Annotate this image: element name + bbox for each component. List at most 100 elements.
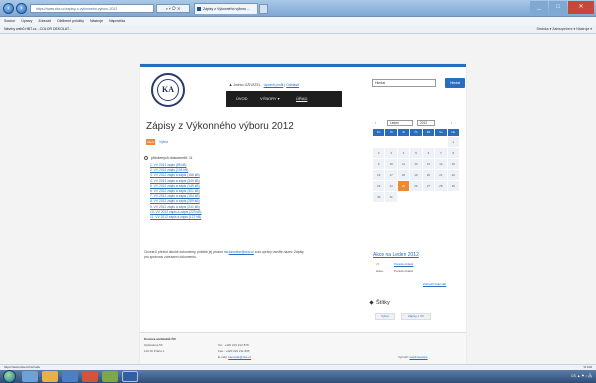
prev-month-button[interactable]: ‹ xyxy=(375,120,376,125)
taskbar-ie-icon[interactable] xyxy=(22,371,38,382)
calendar-day[interactable]: 2 xyxy=(373,148,385,158)
attachments-list: 1. VV 2012 zápis (85 kB) 2. VV 2012 zápi… xyxy=(150,163,260,220)
calendar-empty-cell xyxy=(410,137,421,147)
calendar-day[interactable]: 17 xyxy=(385,170,397,180)
footer-phone: Tel.: +420 224 212 878 xyxy=(218,343,249,347)
taskbar-explorer-icon[interactable] xyxy=(42,371,58,382)
footer-email-link[interactable]: kancelar@cka.cz xyxy=(228,355,251,359)
calendar-day[interactable]: 5 xyxy=(410,148,422,158)
calendar-day[interactable]: 16 xyxy=(373,170,385,180)
menu-help[interactable]: Nápověda xyxy=(109,19,125,23)
address-bar[interactable]: https://www.cka.cz/zapisy-z-vykonneho-vy… xyxy=(30,4,154,13)
nav-vybory[interactable]: VÝBORY ▾ xyxy=(260,91,280,107)
calendar-empty-cell xyxy=(423,137,434,147)
menu-file[interactable]: Soubor xyxy=(4,19,15,23)
minimize-button[interactable]: _ xyxy=(530,1,548,14)
nav-uvod[interactable]: ÚVOD xyxy=(236,91,248,107)
logout-link[interactable]: Odhlásit xyxy=(286,83,299,87)
calendar-day[interactable]: 1 xyxy=(447,137,459,147)
note-text: Chcete-li přečíst dlouhé dokumenty, pošl… xyxy=(144,250,304,259)
footer-address-2: 110 00 Praha 1 xyxy=(144,349,165,353)
calendar-day[interactable]: 10 xyxy=(385,159,397,169)
show-calendar-link[interactable]: Zobrazit kalendář xyxy=(423,282,446,286)
calendar-day[interactable]: 19 xyxy=(410,170,422,180)
category-badge[interactable]: Zápis xyxy=(146,139,155,145)
footer-org: Komora architektů ČR xyxy=(144,337,176,341)
month-events-link[interactable]: Akce na Leden 2012 xyxy=(373,252,419,258)
edit-profile-link[interactable]: Upravit profil xyxy=(264,83,284,87)
calendar-day[interactable]: 3 xyxy=(385,148,397,158)
calendar-day[interactable]: 9 xyxy=(373,159,385,169)
calendar-day[interactable]: 31 xyxy=(385,192,397,202)
menu-edit[interactable]: Úpravy xyxy=(21,19,32,23)
nav-urad[interactable]: ÚŘAD xyxy=(296,91,307,107)
calendar-day[interactable]: 22 xyxy=(447,170,459,180)
site-logo[interactable]: KA xyxy=(151,73,185,107)
tag-link[interactable]: Zápisy z VV xyxy=(401,313,431,320)
attachments-heading: přiložených dokumentů: 11 xyxy=(143,155,193,161)
month-select[interactable]: Leden xyxy=(387,120,413,126)
paperclip-icon xyxy=(143,155,149,161)
start-button-icon[interactable] xyxy=(3,370,16,383)
calendar-widget: ‹ Leden 2012 › Po Út St Čt Pá So Ne 1 2 3 4 5 6 7 8 9 10… xyxy=(373,118,459,202)
close-window-button[interactable]: ✕ xyxy=(568,1,594,14)
event-title-link[interactable]: Porada oblastí xyxy=(394,262,413,266)
calendar-day[interactable]: 13 xyxy=(422,159,435,169)
system-tray-icon[interactable]: CS ▲ ⚑ ♪ 🖧 xyxy=(571,370,592,383)
footer-credit-link[interactable]: webFreeware xyxy=(409,355,427,359)
new-tab-button[interactable] xyxy=(259,4,268,14)
back-button[interactable]: ‹ xyxy=(3,3,14,14)
calendar-day[interactable]: 27 xyxy=(422,181,435,191)
calendar-day[interactable]: 7 xyxy=(435,148,447,158)
calendar-day[interactable]: 6 xyxy=(422,148,435,158)
next-month-button[interactable]: › xyxy=(451,120,452,125)
taskbar-app-icon[interactable] xyxy=(62,371,78,382)
calendar-day[interactable]: 21 xyxy=(435,170,447,180)
year-select[interactable]: 2012 xyxy=(417,120,435,126)
attachment-link[interactable]: 11. VV 2012 zápis a zápis (127 kB) xyxy=(150,215,260,220)
calendar-day[interactable]: 28 xyxy=(435,181,447,191)
address-actions-icon[interactable]: ⌕ ▾ ⟳ ✕ xyxy=(156,4,190,13)
search-button[interactable]: Hledat xyxy=(445,78,465,88)
command-bar[interactable]: Stránka ▾ Zabezpečení ▾ Nástroje ▾ xyxy=(537,25,592,34)
category-link[interactable]: Výbor xyxy=(159,139,168,145)
calendar-day[interactable]: 18 xyxy=(397,170,410,180)
calendar-day[interactable]: 23 xyxy=(373,181,385,191)
forward-button[interactable]: › xyxy=(16,3,27,14)
calendar-day[interactable]: 26 xyxy=(410,181,422,191)
calendar-day[interactable]: 25 xyxy=(397,181,410,191)
browser-titlebar: ‹ › https://www.cka.cz/zapisy-z-vykonneh… xyxy=(0,0,596,17)
search-input[interactable]: Hledat xyxy=(372,79,436,87)
favorites-links[interactable]: Návrhy webů HBT.cz - COLOR DEKOLAT... xyxy=(4,25,72,34)
tag-icon xyxy=(369,300,374,305)
calendar-day[interactable]: 11 xyxy=(397,159,410,169)
menubar: Soubor Úpravy Zobrazit Oblíbené položky … xyxy=(0,17,596,25)
calendar-weekday: Pá xyxy=(422,129,435,136)
calendar-day[interactable]: 24 xyxy=(385,181,397,191)
maximize-button[interactable]: □ xyxy=(549,1,567,14)
calendar-day[interactable]: 29 xyxy=(447,181,459,191)
taskbar-active-window-icon[interactable] xyxy=(122,371,138,382)
calendar-day[interactable]: 4 xyxy=(397,148,410,158)
browser-tab[interactable]: Zápisy z Výkonného výboru ... xyxy=(194,3,258,14)
menu-favorites[interactable]: Oblíbené položky xyxy=(57,19,84,23)
footer-credit: Vytvořil: webFreeware xyxy=(398,355,428,359)
calendar-day[interactable]: 30 xyxy=(373,192,385,202)
menu-tools[interactable]: Nástroje xyxy=(90,19,103,23)
calendar-day[interactable]: 20 xyxy=(422,170,435,180)
calendar-empty-cell xyxy=(398,137,409,147)
calendar-empty-cell xyxy=(435,137,446,147)
calendar-day[interactable]: 14 xyxy=(435,159,447,169)
calendar-day[interactable]: 12 xyxy=(410,159,422,169)
page-title: Zápisy z Výkonného výboru 2012 xyxy=(146,121,294,132)
tab-title: Zápisy z Výkonného výboru ... xyxy=(203,7,250,11)
calendar-header: ‹ Leden 2012 › xyxy=(373,118,459,128)
calendar-empty-cell xyxy=(435,192,446,202)
taskbar-paint-icon[interactable] xyxy=(102,371,118,382)
email-link[interactable]: kancelar@cka.cz xyxy=(229,250,254,254)
calendar-day[interactable]: 8 xyxy=(447,148,459,158)
calendar-day[interactable]: 15 xyxy=(447,159,459,169)
tag-link[interactable]: Výbor xyxy=(375,313,395,320)
menu-view[interactable]: Zobrazit xyxy=(38,19,51,23)
taskbar-media-icon[interactable] xyxy=(82,371,98,382)
